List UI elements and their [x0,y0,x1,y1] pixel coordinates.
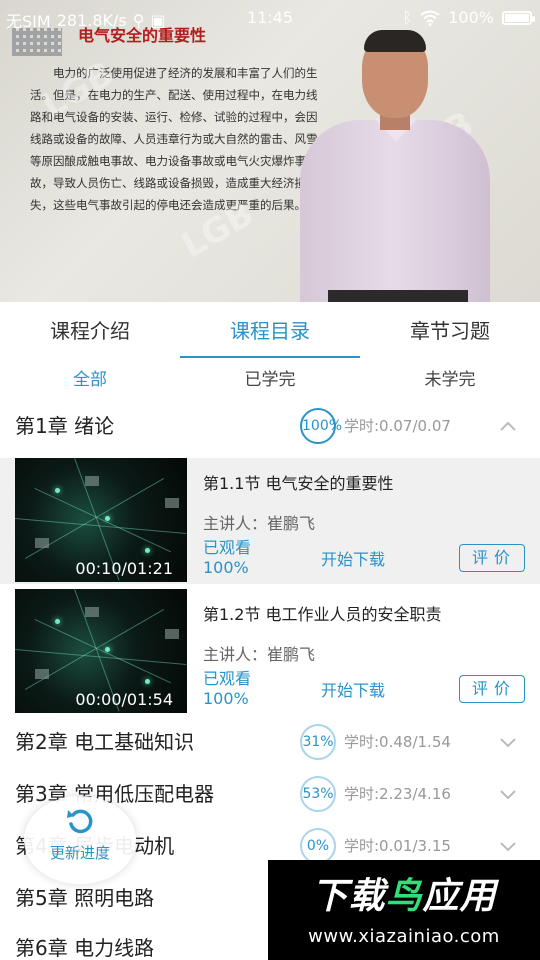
chapter-hours: 学时:2.23/4.16 [344,785,451,803]
lesson-lecturer: 主讲人：崔鹏飞 [203,514,316,533]
lesson-title: 第1.1节 电气安全的重要性 [203,474,394,493]
chapter-hours: 学时:0.07/0.07 [344,417,451,435]
chevron-down-icon[interactable] [500,838,516,854]
video-time: 00:00/01:54 [75,690,173,709]
lesson-item[interactable]: 00:10/01:21 第1.1节 电气安全的重要性 主讲人：崔鹏飞 已观看 1… [0,458,540,584]
filter-all[interactable]: 全部 [0,358,180,402]
download-button[interactable]: 开始下载 [321,546,385,570]
watched-label: 已观看 [203,669,252,688]
watched-percent: 100% [203,689,249,708]
lesson-lecturer: 主讲人：崔鹏飞 [203,645,316,664]
rate-button[interactable]: 评价 [459,675,525,703]
chapter-title: 第2章 电工基础知识 [15,730,195,754]
wifi-icon [420,10,440,26]
chevron-down-icon[interactable] [500,786,516,802]
lesson-title: 第1.2节 电工作业人员的安全职责 [203,605,442,624]
clock: 11:45 [246,8,294,27]
lesson-thumbnail[interactable]: 00:00/01:54 [15,589,187,713]
filter-incomplete[interactable]: 未学完 [360,358,540,402]
chapter-title: 第6章 电力线路 [15,936,155,960]
rate-button[interactable]: 评价 [459,544,525,572]
battery-icon [502,10,535,25]
chapter-progress: 0% [300,828,336,864]
chevron-up-icon[interactable] [500,418,516,434]
battery-percent: 100% [448,8,494,27]
chapter-hours: 学时:0.48/1.54 [344,733,451,751]
banner-url: www.xiazainiao.com [308,926,500,947]
site-banner: 下载鸟应用 www.xiazainiao.com [268,860,540,960]
video-player[interactable]: 电气安全的重要性 电力的广泛使用促进了经济的发展和丰富了人们的生活。但是，在电力… [0,0,540,302]
presenter [300,20,500,302]
lesson-item[interactable]: 00:00/01:54 第1.2节 电工作业人员的安全职责 主讲人：崔鹏飞 已观… [0,589,540,715]
tab-chapter-exercises[interactable]: 章节习题 [360,302,540,358]
status-bar: 无SIM 281.8K/s ⚲ ▣ 11:45 ᛒ 100% [0,0,540,36]
tab-course-catalog[interactable]: 课程目录 [180,302,360,358]
lesson-thumbnail[interactable]: 00:10/01:21 [15,458,187,582]
banner-title: 下载鸟应用 [311,876,497,917]
chapter-progress: 100% [300,408,342,444]
filter-completed[interactable]: 已学完 [180,358,360,402]
filter-bar: 全部 已学完 未学完 [0,358,540,402]
watched-percent: 100% [203,558,249,577]
chapter-row[interactable]: 第1章 绪论 100% 学时:0.07/0.07 [0,400,540,452]
watched-label: 已观看 [203,538,252,557]
update-progress-label: 更新进度 [49,844,110,862]
chapter-row[interactable]: 第2章 电工基础知识 31% 学时:0.48/1.54 [0,716,540,768]
chevron-down-icon[interactable] [500,734,516,750]
watched-status: 已观看 100% [203,538,251,578]
video-time: 00:10/01:21 [75,559,173,578]
refresh-icon [67,809,93,834]
chapter-title: 第1章 绪论 [15,414,115,438]
chapter-progress: 53% [300,776,336,812]
tab-bar: 课程介绍 课程目录 章节习题 [0,302,540,358]
watched-status: 已观看 100% [203,669,251,709]
download-button[interactable]: 开始下载 [321,677,385,701]
tab-course-intro[interactable]: 课程介绍 [0,302,180,358]
chapter-progress: 31% [300,724,336,760]
update-progress-button[interactable]: 更新进度 [24,796,136,884]
bluetooth-icon: ᛒ [402,8,413,27]
